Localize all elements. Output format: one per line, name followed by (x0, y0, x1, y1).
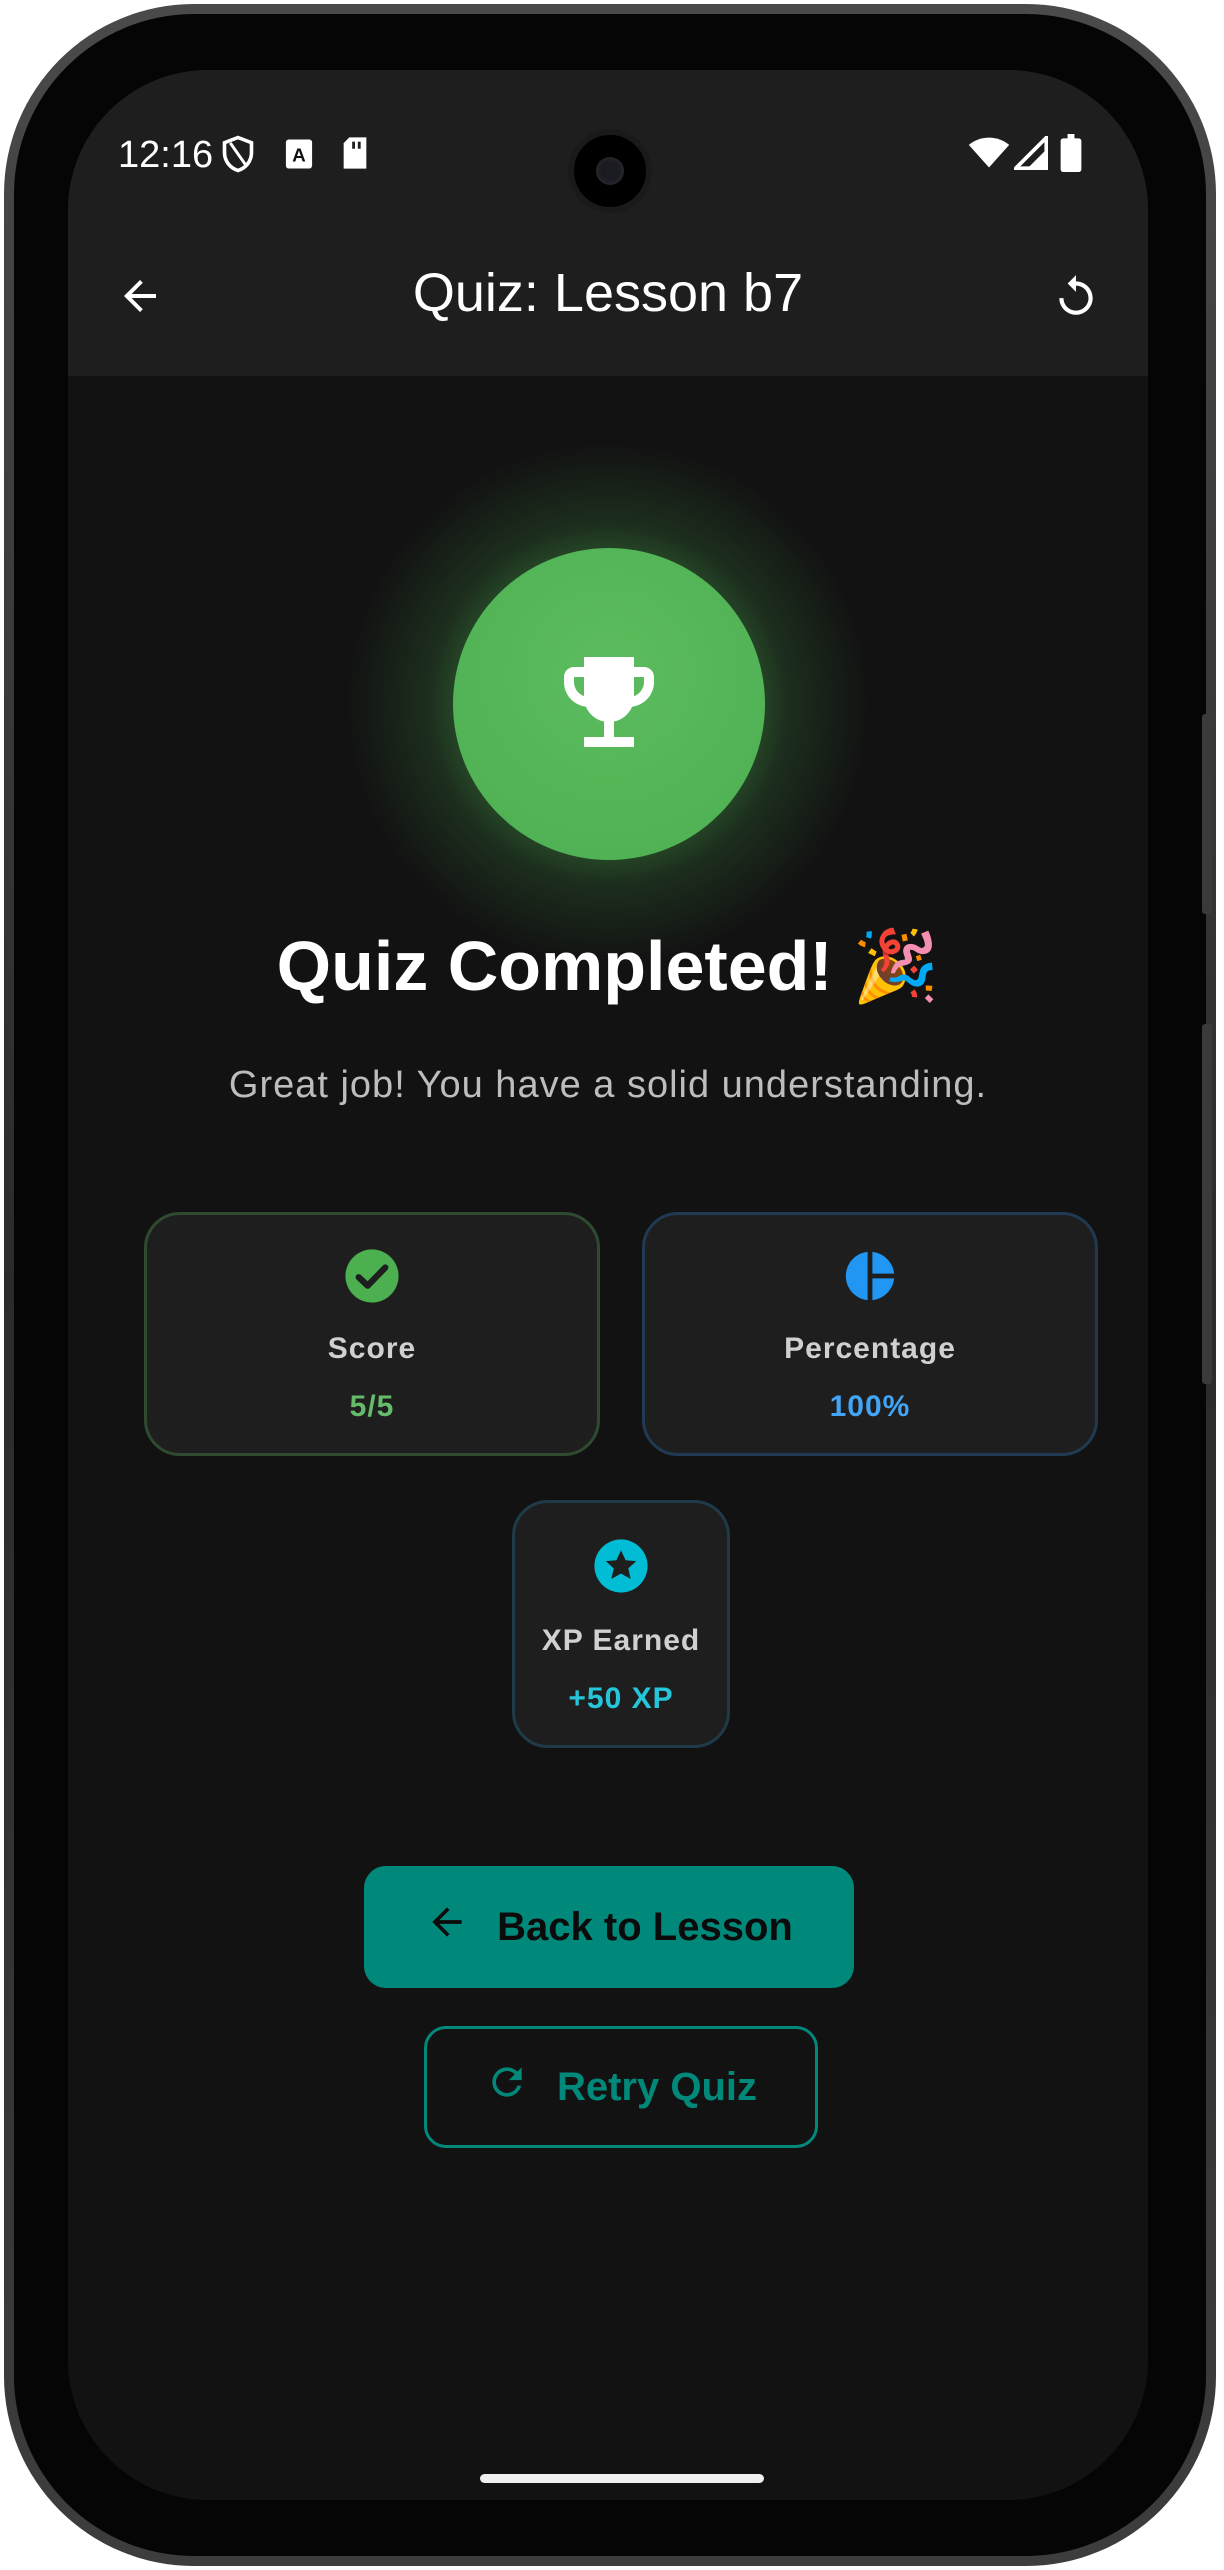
completion-headline: Quiz Completed! 🎉 (276, 927, 940, 1005)
trophy-icon (549, 642, 669, 767)
star-badge-icon (592, 1537, 650, 1600)
wifi-icon (968, 136, 1010, 175)
battery-icon (1060, 134, 1082, 177)
score-label: Score (327, 1332, 417, 1365)
refresh-button[interactable] (1032, 254, 1120, 342)
percentage-label: Percentage (784, 1332, 956, 1365)
app-screen: 12:16 A Quiz: Lesson b7 Quiz Completed! … (68, 70, 1148, 2500)
score-value: 5/5 (349, 1390, 395, 1423)
front-camera (568, 129, 652, 213)
status-bar: 12:16 A (68, 70, 1148, 220)
xp-label: XP Earned (541, 1624, 701, 1657)
volume-button (1202, 714, 1212, 914)
shield-icon (220, 134, 256, 179)
check-circle-icon (343, 1247, 401, 1310)
text-app-icon: A (284, 138, 314, 175)
power-button (1202, 1024, 1212, 1384)
xp-value: +50 XP (568, 1682, 674, 1715)
arrow-left-icon (425, 1900, 469, 1954)
retry-quiz-label: Retry Quiz (556, 2064, 758, 2109)
sd-card-icon (340, 136, 370, 175)
retry-quiz-button[interactable]: Retry Quiz (424, 2026, 818, 2148)
refresh-icon (485, 2060, 529, 2114)
score-card: Score 5/5 (144, 1212, 600, 1456)
xp-card: XP Earned +50 XP (512, 1500, 730, 1748)
status-time: 12:16 (118, 134, 214, 176)
phone-frame: 12:16 A Quiz: Lesson b7 Quiz Completed! … (4, 4, 1216, 2566)
svg-text:A: A (292, 145, 306, 166)
percentage-value: 100% (829, 1390, 911, 1423)
phone-bezel: 12:16 A Quiz: Lesson b7 Quiz Completed! … (14, 14, 1212, 2556)
app-bar: Quiz: Lesson b7 (68, 220, 1148, 376)
trophy-badge (453, 548, 765, 860)
home-indicator[interactable] (480, 2474, 764, 2483)
refresh-icon (1051, 271, 1101, 326)
back-to-lesson-label: Back to Lesson (497, 1904, 793, 1949)
completion-message: Great job! You have a solid understandin… (228, 1064, 988, 1106)
pie-chart-icon (841, 1247, 899, 1310)
back-to-lesson-button[interactable]: Back to Lesson (364, 1866, 854, 1988)
page-title: Quiz: Lesson b7 (412, 263, 804, 323)
signal-icon (1011, 133, 1049, 175)
percentage-card: Percentage 100% (642, 1212, 1098, 1456)
